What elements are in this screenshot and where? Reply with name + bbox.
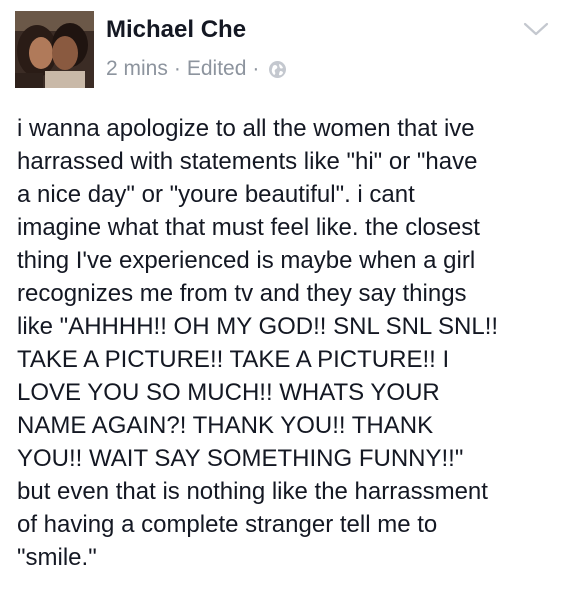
globe-icon[interactable] — [268, 60, 287, 79]
author-name[interactable]: Michael Che — [106, 15, 246, 45]
post-meta: 2 mins · Edited · — [106, 56, 287, 82]
edited-label[interactable]: Edited — [187, 56, 247, 82]
facebook-post: Michael Che 2 mins · Edited · i wanna ap… — [0, 0, 565, 606]
meta-separator: · — [173, 57, 181, 80]
profile-photo-icon — [15, 11, 94, 88]
avatar[interactable] — [15, 11, 94, 88]
post-body-text: i wanna apologize to all the women that … — [17, 115, 499, 571]
meta-separator: · — [252, 57, 260, 80]
post-timestamp[interactable]: 2 mins — [106, 56, 168, 82]
chevron-down-icon[interactable] — [523, 20, 549, 38]
